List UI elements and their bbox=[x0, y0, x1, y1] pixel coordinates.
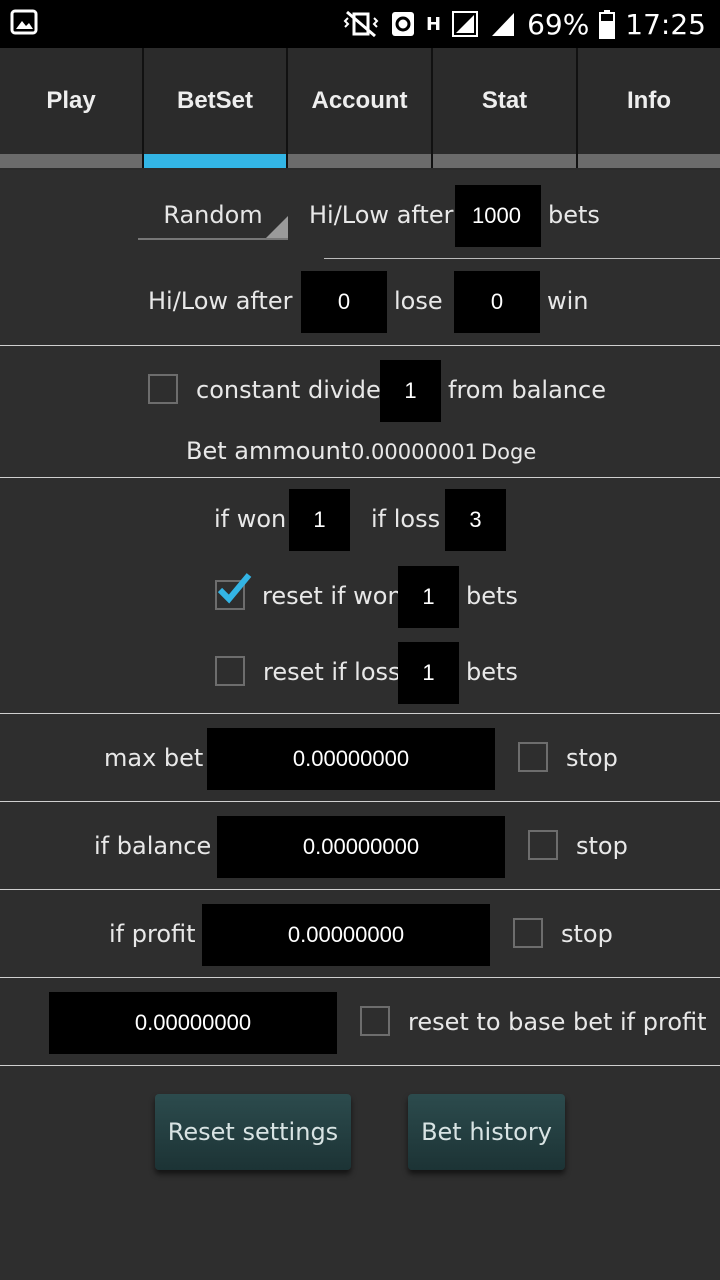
reset-profit-input[interactable]: 0.00000000 bbox=[49, 992, 337, 1054]
section-divider bbox=[0, 713, 720, 714]
max-bet-stop-checkbox[interactable] bbox=[518, 742, 548, 772]
if-won-input[interactable]: 1 bbox=[289, 489, 350, 551]
from-balance-label: from balance bbox=[448, 376, 606, 404]
bet-amount-label: Bet ammount bbox=[186, 437, 351, 465]
constant-divider-label: constant divider bbox=[196, 376, 391, 404]
bet-amount-value: 0.00000001 bbox=[351, 440, 478, 464]
tab-indicator-info bbox=[578, 154, 720, 168]
input-underline bbox=[324, 258, 720, 259]
tab-indicator-betset-active bbox=[144, 154, 288, 168]
hilow-lose-label: lose bbox=[394, 287, 443, 315]
if-profit-label: if profit bbox=[109, 920, 196, 948]
dropdown-arrow-icon bbox=[266, 216, 288, 238]
reset-base-bet-label: reset to base bet if profit bbox=[408, 1008, 707, 1036]
tab-indicator-account bbox=[288, 154, 433, 168]
reset-if-won-input[interactable]: 1 bbox=[398, 566, 459, 628]
tab-bar: Play BetSet Account Stat Info bbox=[0, 48, 720, 170]
section-divider bbox=[0, 977, 720, 978]
section-divider bbox=[0, 801, 720, 802]
reset-if-won-label: reset if won bbox=[262, 582, 403, 610]
if-balance-input[interactable]: 0.00000000 bbox=[217, 816, 505, 878]
hilow-mode-value: Random bbox=[163, 201, 263, 229]
hilow-bets-label: bets bbox=[548, 201, 600, 229]
if-profit-input[interactable]: 0.00000000 bbox=[202, 904, 490, 966]
network-type-label: H bbox=[425, 13, 442, 35]
if-balance-stop-checkbox[interactable] bbox=[528, 830, 558, 860]
gallery-notification-icon bbox=[10, 9, 38, 35]
section-divider bbox=[0, 345, 720, 346]
hilow-bets-input[interactable]: 1000 bbox=[455, 185, 541, 247]
if-profit-stop-checkbox[interactable] bbox=[513, 918, 543, 948]
hilow-after2-label: Hi/Low after bbox=[148, 287, 293, 315]
hilow-lose-input[interactable]: 0 bbox=[301, 271, 387, 333]
section-divider bbox=[0, 1065, 720, 1066]
reset-if-loss-bets-label: bets bbox=[466, 658, 518, 686]
section-divider bbox=[0, 477, 720, 478]
max-bet-input[interactable]: 0.00000000 bbox=[207, 728, 495, 790]
status-bar: H 69% 17:25 bbox=[0, 0, 720, 48]
reset-if-loss-input[interactable]: 1 bbox=[398, 642, 459, 704]
hilow-win-input[interactable]: 0 bbox=[454, 271, 540, 333]
signal-1-icon bbox=[452, 11, 479, 37]
if-balance-stop-label: stop bbox=[576, 832, 628, 860]
constant-divider-checkbox[interactable] bbox=[148, 374, 178, 404]
if-won-label: if won bbox=[214, 505, 287, 533]
hilow-mode-select[interactable]: Random bbox=[138, 192, 288, 240]
clock: 17:25 bbox=[625, 7, 706, 41]
tab-info[interactable]: Info bbox=[578, 48, 720, 154]
hilow-bets-value: 1000 bbox=[472, 203, 521, 228]
vibrate-icon bbox=[343, 10, 379, 38]
bet-history-button[interactable]: Bet history bbox=[408, 1094, 565, 1170]
if-profit-stop-label: stop bbox=[561, 920, 613, 948]
signal-2-icon bbox=[492, 13, 515, 36]
tab-stat[interactable]: Stat bbox=[433, 48, 578, 154]
reset-if-loss-checkbox[interactable] bbox=[215, 656, 245, 686]
tab-indicator-play bbox=[0, 154, 144, 168]
tab-play[interactable]: Play bbox=[0, 48, 144, 154]
section-divider bbox=[0, 889, 720, 890]
hilow-after-label: Hi/Low after bbox=[309, 201, 454, 229]
tab-indicator-stat bbox=[433, 154, 578, 168]
sync-icon bbox=[391, 12, 414, 36]
if-balance-label: if balance bbox=[94, 832, 212, 860]
if-loss-label: if loss bbox=[371, 505, 441, 533]
currency-label: Doge bbox=[481, 440, 537, 464]
tab-betset[interactable]: BetSet bbox=[144, 48, 288, 154]
battery-icon bbox=[599, 10, 616, 39]
max-bet-stop-label: stop bbox=[566, 744, 618, 772]
reset-if-won-bets-label: bets bbox=[466, 582, 518, 610]
battery-percent: 69% bbox=[527, 7, 590, 41]
if-loss-input[interactable]: 3 bbox=[445, 489, 506, 551]
tab-account[interactable]: Account bbox=[288, 48, 433, 154]
checkmark-icon bbox=[217, 573, 252, 604]
hilow-win-label: win bbox=[547, 287, 589, 315]
reset-if-loss-label: reset if loss bbox=[263, 658, 401, 686]
reset-base-bet-checkbox[interactable] bbox=[360, 1006, 390, 1036]
divider-input[interactable]: 1 bbox=[380, 360, 441, 422]
max-bet-label: max bet bbox=[104, 744, 204, 772]
reset-settings-button[interactable]: Reset settings bbox=[155, 1094, 351, 1170]
